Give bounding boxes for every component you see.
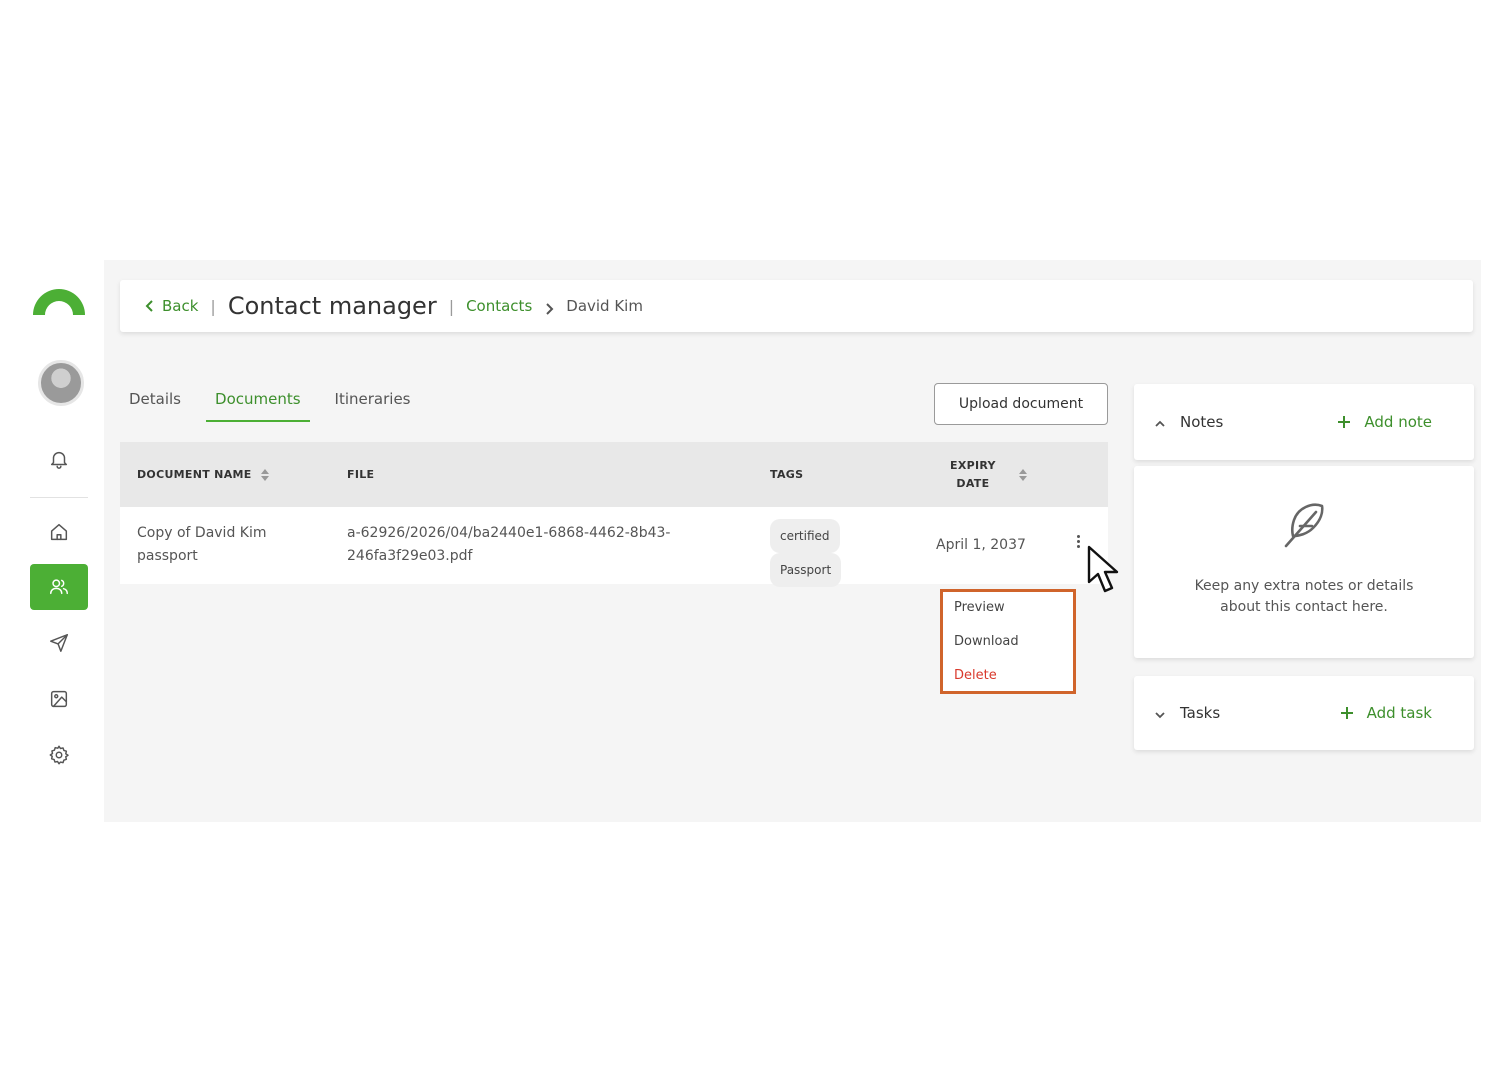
tab-documents[interactable]: Documents <box>206 380 310 422</box>
breadcrumb-current: David Kim <box>566 297 643 315</box>
tag-badge: certified <box>770 519 840 553</box>
expiry-date-cell: April 1, 2037 <box>936 537 1026 553</box>
tasks-card: Tasks Add task <box>1134 676 1474 750</box>
documents-table: DOCUMENT NAME FILE TAGS EXPIRY DATE Copy… <box>120 442 1108 587</box>
sidebar-item-settings[interactable] <box>30 732 88 778</box>
home-icon <box>50 523 68 541</box>
column-label: TAGS <box>770 468 804 481</box>
notes-title: Notes <box>1180 413 1224 431</box>
document-name-cell: Copy of David Kim passport <box>137 522 267 568</box>
notes-empty-line: Keep any extra notes or details <box>1194 578 1414 594</box>
menu-item-delete[interactable]: Delete <box>954 668 997 683</box>
menu-item-preview[interactable]: Preview <box>954 600 1005 615</box>
document-name-line: passport <box>137 548 198 564</box>
notes-card-header: Notes Add note <box>1134 384 1474 460</box>
table-row[interactable]: Copy of David Kim passport a-62926/2026/… <box>120 507 1108 587</box>
chevron-up-icon <box>1154 416 1166 428</box>
page-header: Back | Contact manager | Contacts David … <box>120 280 1473 332</box>
breadcrumb-contacts-link[interactable]: Contacts <box>466 297 532 315</box>
header-separator: | <box>448 296 455 316</box>
table-header: DOCUMENT NAME FILE TAGS EXPIRY DATE <box>120 442 1108 507</box>
sidebar-item-home[interactable] <box>30 509 88 555</box>
sidebar-divider <box>30 497 88 498</box>
tag-badge: Passport <box>770 553 842 587</box>
sidebar-item-trips[interactable] <box>30 620 88 666</box>
users-icon <box>50 579 68 595</box>
sidebar <box>0 260 104 822</box>
column-document-name[interactable]: DOCUMENT NAME <box>137 468 270 482</box>
page-title: Contact manager <box>227 292 437 320</box>
plus-icon <box>1340 707 1353 719</box>
add-note-button[interactable]: Add note <box>1336 413 1432 431</box>
column-label: DOCUMENT NAME <box>137 468 252 481</box>
avatar[interactable] <box>38 360 84 406</box>
send-icon <box>50 634 68 652</box>
notes-empty-line: about this contact here. <box>1220 599 1388 615</box>
tasks-title: Tasks <box>1180 704 1221 722</box>
sort-icon <box>1018 468 1028 482</box>
header-separator: | <box>210 296 216 316</box>
notes-empty-text: Keep any extra notes or details about th… <box>1164 576 1444 618</box>
tags-cell: certified Passport <box>770 519 842 587</box>
file-path-line: 246fa3f29e03.pdf <box>347 548 473 564</box>
add-task-label: Add task <box>1366 704 1432 722</box>
column-label-line: DATE <box>956 476 990 490</box>
chevron-down-icon <box>1154 707 1166 719</box>
back-link[interactable]: Back <box>144 297 198 315</box>
row-actions-kebab-icon[interactable] <box>1074 533 1082 557</box>
main-panel: Back | Contact manager | Contacts David … <box>104 260 1481 822</box>
column-label-line: EXPIRY <box>950 458 996 472</box>
tab-details[interactable]: Details <box>120 380 190 422</box>
row-actions-menu: Preview Download Delete <box>940 589 1076 694</box>
tasks-toggle[interactable]: Tasks Add task <box>1134 676 1474 750</box>
bell-icon <box>50 451 68 469</box>
chevron-right-icon <box>544 300 554 315</box>
logo-arc-icon <box>33 289 85 315</box>
column-label: FILE <box>347 468 375 481</box>
column-expiry-date[interactable]: EXPIRY DATE <box>950 457 1028 493</box>
notifications-button[interactable] <box>30 436 88 482</box>
add-note-label: Add note <box>1364 413 1432 431</box>
column-label: EXPIRY DATE <box>950 457 996 493</box>
tab-bar: Details Documents Itineraries <box>120 380 436 422</box>
gear-icon <box>49 745 69 765</box>
upload-document-button[interactable]: Upload document <box>934 383 1108 425</box>
column-tags: TAGS <box>770 468 803 481</box>
add-task-button[interactable]: Add task <box>1339 704 1432 722</box>
sort-icon <box>260 468 270 482</box>
back-label: Back <box>162 297 199 315</box>
file-path-line: a-62926/2026/04/ba2440e1-6868-4462-8b43- <box>347 525 671 541</box>
document-name-line: Copy of David Kim <box>137 525 267 541</box>
file-cell: a-62926/2026/04/ba2440e1-6868-4462-8b43-… <box>347 522 670 568</box>
notes-toggle[interactable]: Notes Add note <box>1134 384 1474 460</box>
sidebar-item-contacts[interactable] <box>30 564 88 610</box>
plus-icon <box>1338 416 1351 428</box>
sidebar-item-media[interactable] <box>30 676 88 722</box>
tab-itineraries[interactable]: Itineraries <box>326 380 420 422</box>
column-file: FILE <box>347 468 374 481</box>
notes-empty-state: Keep any extra notes or details about th… <box>1134 466 1474 658</box>
chevron-left-icon <box>145 300 153 312</box>
feather-icon <box>1284 503 1324 548</box>
cursor-arrow-icon <box>1087 545 1119 593</box>
image-icon <box>50 690 68 708</box>
menu-item-download[interactable]: Download <box>954 634 1019 649</box>
